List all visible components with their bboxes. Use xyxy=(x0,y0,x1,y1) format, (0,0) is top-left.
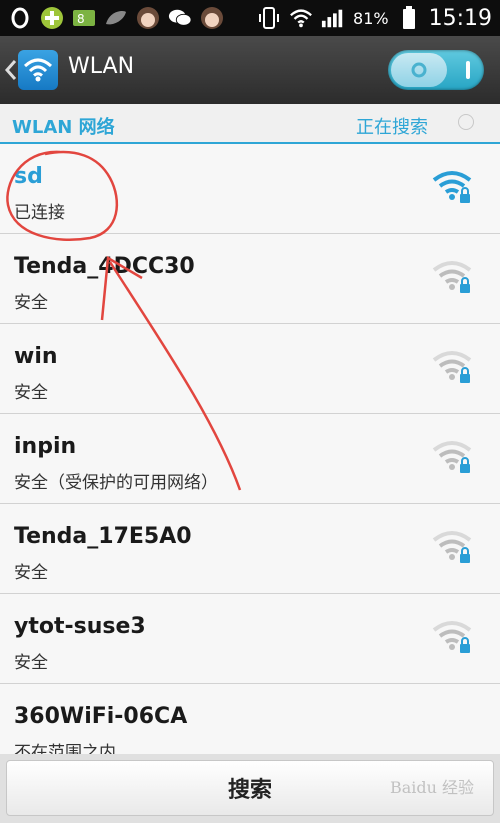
network-status: 安全 xyxy=(14,293,48,313)
battery-icon xyxy=(397,6,421,30)
network-list: sd 已连接 Tenda_4DCC30 安全 win 安全 inpin 安全（受保护的可… xyxy=(0,144,500,774)
network-name: inpin xyxy=(14,434,77,459)
toggle-knob[interactable] xyxy=(391,53,447,87)
network-row[interactable]: Tenda_17E5A0 安全 xyxy=(0,504,500,594)
signal-icon xyxy=(321,6,345,30)
network-status: 已连接 xyxy=(14,203,65,223)
network-name: sd xyxy=(14,164,43,189)
page-title: WLAN xyxy=(68,54,135,79)
circle-o-icon xyxy=(8,6,32,30)
wifi-lock-icon xyxy=(432,168,474,204)
wlan-toggle[interactable] xyxy=(388,50,484,90)
network-row[interactable]: win 安全 xyxy=(0,324,500,414)
wifi-lock-icon xyxy=(432,618,474,654)
section-header: WLAN 网络 正在搜索 xyxy=(0,104,500,144)
status-bar: 8 81% 15:19 xyxy=(0,0,500,36)
clock: 15:19 xyxy=(428,5,492,31)
wifi-lock-icon xyxy=(432,528,474,564)
network-name: 360WiFi-06CA xyxy=(14,704,188,729)
network-name: Tenda_17E5A0 xyxy=(14,524,192,549)
wifi-lock-icon xyxy=(432,348,474,384)
phone-vibrate-icon xyxy=(257,6,281,30)
wifi-lock-icon xyxy=(432,438,474,474)
app-green-icon xyxy=(40,6,64,30)
network-status: 安全（受保护的可用网络） xyxy=(14,473,218,493)
wifi-lock-icon xyxy=(432,258,474,294)
back-chevron-icon[interactable] xyxy=(4,58,18,82)
network-row[interactable]: Tenda_4DCC30 安全 xyxy=(0,234,500,324)
battery-percent: 81% xyxy=(353,8,389,28)
battery-8-icon: 8 xyxy=(72,6,96,30)
network-row[interactable]: inpin 安全（受保护的可用网络） xyxy=(0,414,500,504)
section-title: WLAN 网络 xyxy=(12,117,115,138)
scan-status: 正在搜索 xyxy=(356,117,428,138)
network-name: ytot-suse3 xyxy=(14,614,146,639)
network-row[interactable]: ytot-suse3 安全 xyxy=(0,594,500,684)
toggle-on-indicator xyxy=(466,61,470,79)
watermark: Baidu 经验 xyxy=(389,778,474,797)
network-name: win xyxy=(14,344,58,369)
avatar-icon xyxy=(136,6,160,30)
wifi-status-icon xyxy=(289,6,313,30)
network-status: 安全 xyxy=(14,653,48,673)
bottom-bar: 搜索 Baidu 经验 xyxy=(0,754,500,823)
svg-text:8: 8 xyxy=(77,12,85,26)
avatar-icon xyxy=(200,6,224,30)
network-name: Tenda_4DCC30 xyxy=(14,254,195,279)
scanning-spinner-icon xyxy=(458,114,474,130)
action-bar: WLAN xyxy=(0,36,500,104)
network-status: 安全 xyxy=(14,563,48,583)
leaf-icon xyxy=(104,6,128,30)
network-row[interactable]: sd 已连接 xyxy=(0,144,500,234)
wechat-icon xyxy=(168,6,192,30)
wlan-app-icon[interactable] xyxy=(18,50,58,90)
network-status: 安全 xyxy=(14,383,48,403)
